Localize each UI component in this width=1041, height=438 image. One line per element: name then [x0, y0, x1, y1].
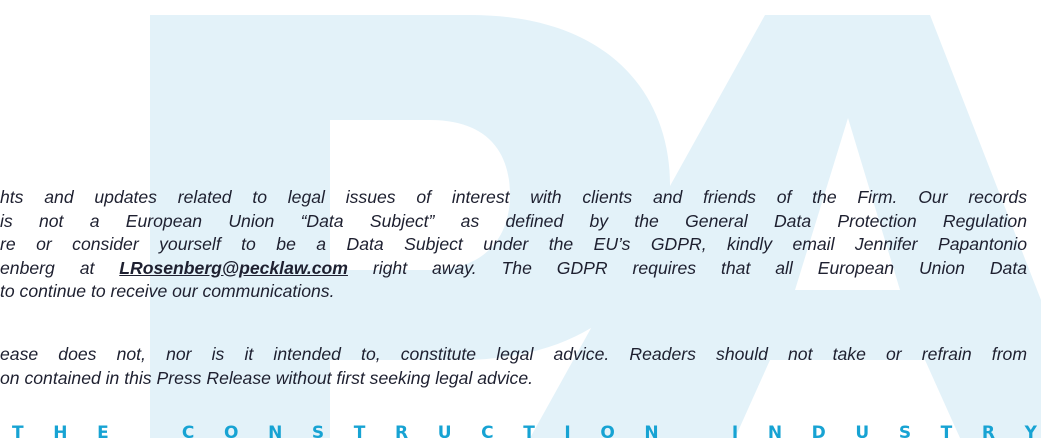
gdpr-notice-line: to continue to receive our communication…	[0, 281, 335, 301]
document-page: hts and updates related to legal issues …	[0, 0, 1041, 438]
tagline-letter: T	[523, 423, 535, 438]
email-link[interactable]: LRosenberg@pecklaw.com	[119, 258, 348, 278]
gdpr-notice-line: hts and updates related to legal issues …	[0, 187, 1027, 207]
legal-disclaimer-paragraph: ease does not, nor is it intended to, co…	[0, 343, 1041, 390]
tagline-letter: D	[811, 423, 826, 438]
tagline-letter: T	[353, 423, 366, 438]
tagline-letter: S	[311, 423, 325, 438]
gdpr-notice-line: re or consider yourself to be a Data Sub…	[0, 234, 1027, 254]
tagline-space	[138, 423, 152, 438]
tagline-letter: I	[731, 423, 739, 438]
tagline-space	[688, 423, 702, 438]
tagline-letter: U	[437, 423, 452, 438]
gdpr-notice-line: is not a European Union “Data Subject” a…	[0, 210, 1027, 231]
gdpr-notice-text: enberg at	[0, 257, 120, 278]
footer-tagline: THECONSTRUCTIONINDUSTRY	[12, 423, 1037, 438]
legal-disclaimer-line: on contained in this Press Release witho…	[0, 367, 533, 388]
gdpr-notice-paragraph: hts and updates related to legal issues …	[0, 186, 1041, 304]
tagline-letter: T	[12, 423, 24, 438]
tagline-letter: S	[898, 423, 912, 438]
tagline-letter: U	[855, 423, 870, 438]
tagline-letter: R	[394, 423, 409, 438]
tagline-letter: N	[268, 423, 283, 438]
tagline-letter: H	[53, 423, 68, 438]
tagline-letter: N	[644, 423, 659, 438]
gdpr-notice-line: enberg at LRosenberg@pecklaw.com right a…	[0, 257, 1027, 281]
tagline-letter: R	[981, 423, 995, 438]
tagline-letter: C	[481, 423, 494, 438]
legal-disclaimer-line: ease does not, nor is it intended to, co…	[0, 344, 1027, 364]
tagline-letter: T	[940, 423, 953, 438]
tagline-letter: O	[224, 423, 239, 438]
tagline-letter: C	[181, 423, 195, 438]
tagline-letter: Y	[1024, 423, 1037, 438]
tagline-letter: O	[600, 423, 615, 438]
tagline-letter: I	[564, 423, 571, 438]
tagline-letter: E	[97, 423, 109, 438]
tagline-letter: N	[767, 423, 783, 438]
gdpr-notice-text: right away. The GDPR requires that all E…	[347, 257, 1028, 278]
